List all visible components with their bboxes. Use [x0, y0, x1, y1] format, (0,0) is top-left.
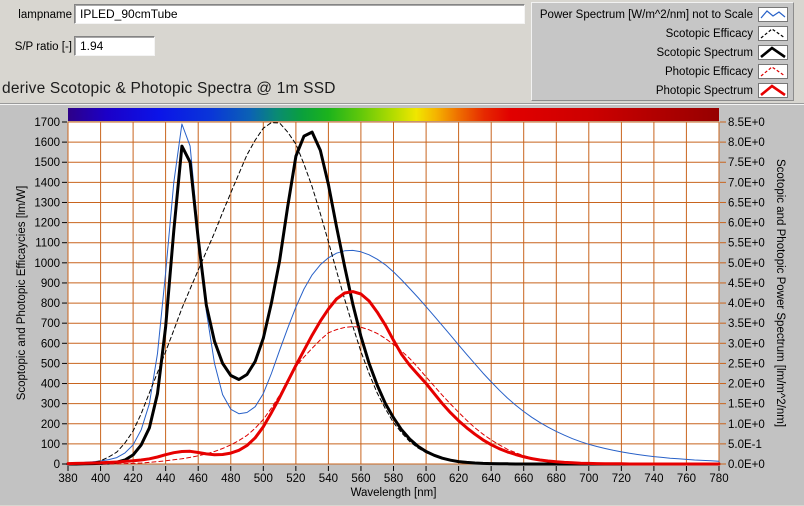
- svg-text:2.0E+0: 2.0E+0: [728, 379, 765, 391]
- svg-text:400: 400: [91, 473, 110, 485]
- svg-text:500: 500: [41, 358, 60, 370]
- svg-text:7.0E+0: 7.0E+0: [728, 177, 765, 189]
- svg-text:1500: 1500: [34, 157, 60, 169]
- svg-text:400: 400: [41, 379, 60, 391]
- power-spectrum-line-icon[interactable]: [758, 7, 788, 22]
- control-panel: lampname S/P ratio [-] derive Scotopic &…: [0, 0, 804, 104]
- page-title: derive Scotopic & Photopic Spectra @ 1m …: [2, 80, 336, 97]
- svg-text:5.5E+0: 5.5E+0: [728, 238, 765, 250]
- svg-text:1600: 1600: [34, 137, 60, 149]
- svg-text:3.5E+0: 3.5E+0: [728, 318, 765, 330]
- svg-text:0: 0: [54, 459, 60, 471]
- svg-text:700: 700: [579, 473, 598, 485]
- grid-lines: [67, 121, 720, 465]
- svg-text:7.5E+0: 7.5E+0: [728, 157, 765, 169]
- svg-text:700: 700: [41, 318, 60, 330]
- svg-text:520: 520: [286, 473, 305, 485]
- plot-legend: Power Spectrum [W/m^2/nm] not to Scale S…: [531, 2, 794, 101]
- legend-label: Photopic Spectrum: [655, 84, 753, 97]
- legend-label: Scotopic Efficacy: [665, 27, 753, 40]
- svg-text:580: 580: [384, 473, 403, 485]
- svg-text:300: 300: [41, 399, 60, 411]
- svg-text:600: 600: [416, 473, 435, 485]
- right-axis-title: Scotopic and Photopic Power Spectrum [lm…: [774, 159, 786, 427]
- photopic-efficacy-line-icon[interactable]: [758, 64, 788, 79]
- svg-text:1.0E+0: 1.0E+0: [728, 419, 765, 431]
- svg-text:460: 460: [189, 473, 208, 485]
- left-axis-title: Scoptopic and Photopic Efficaycies [lm/W…: [16, 186, 28, 401]
- svg-text:5.0E+0: 5.0E+0: [728, 258, 765, 270]
- svg-text:660: 660: [514, 473, 533, 485]
- x-axis-title: Wavelength [nm]: [351, 487, 437, 499]
- photopic-spectrum-line-icon[interactable]: [758, 83, 788, 98]
- svg-text:4.5E+0: 4.5E+0: [728, 278, 765, 290]
- svg-text:420: 420: [124, 473, 143, 485]
- svg-text:8.0E+0: 8.0E+0: [728, 137, 765, 149]
- svg-text:440: 440: [156, 473, 175, 485]
- svg-text:200: 200: [41, 419, 60, 431]
- svg-text:2.5E+0: 2.5E+0: [728, 358, 765, 370]
- svg-text:4.0E+0: 4.0E+0: [728, 298, 765, 310]
- svg-text:900: 900: [41, 278, 60, 290]
- svg-text:500: 500: [254, 473, 273, 485]
- svg-text:5.0E-1: 5.0E-1: [728, 439, 762, 451]
- svg-text:480: 480: [221, 473, 240, 485]
- svg-text:6.0E+0: 6.0E+0: [728, 218, 765, 230]
- svg-text:720: 720: [612, 473, 631, 485]
- lampname-input[interactable]: [74, 4, 525, 24]
- svg-text:6.5E+0: 6.5E+0: [728, 197, 765, 209]
- legend-label: Photopic Efficacy: [664, 65, 753, 78]
- spectra-chart: 380 400 420 440 460 480 500 520 540 560 580 600 620 6…: [16, 108, 786, 499]
- legend-item-scotopic-efficacy[interactable]: Scotopic Efficacy: [532, 24, 793, 43]
- svg-text:800: 800: [41, 298, 60, 310]
- svg-text:600: 600: [41, 338, 60, 350]
- svg-text:620: 620: [449, 473, 468, 485]
- scotopic-efficacy-line-icon[interactable]: [758, 26, 788, 41]
- svg-text:0.0E+0: 0.0E+0: [728, 459, 765, 471]
- legend-item-photopic-spectrum[interactable]: Photopic Spectrum: [532, 81, 793, 100]
- svg-text:1000: 1000: [34, 258, 60, 270]
- svg-text:680: 680: [547, 473, 566, 485]
- svg-text:1100: 1100: [35, 238, 60, 250]
- legend-label: Power Spectrum [W/m^2/nm] not to Scale: [539, 8, 753, 21]
- svg-text:8.5E+0: 8.5E+0: [728, 117, 765, 129]
- legend-item-scotopic-spectrum[interactable]: Scotopic Spectrum: [532, 43, 793, 62]
- svg-text:100: 100: [41, 439, 60, 451]
- svg-text:780: 780: [709, 473, 728, 485]
- svg-text:380: 380: [58, 473, 77, 485]
- svg-text:640: 640: [482, 473, 501, 485]
- scotopic-spectrum-line-icon[interactable]: [758, 45, 788, 60]
- svg-text:1300: 1300: [34, 197, 60, 209]
- legend-label: Scotopic Spectrum: [656, 46, 753, 59]
- wavelength-color-bar: [68, 108, 719, 121]
- lampname-label: lampname: [18, 9, 72, 21]
- xy-graph: 380 400 420 440 460 480 500 520 540 560 580 600 620 6…: [0, 104, 804, 505]
- svg-text:740: 740: [644, 473, 663, 485]
- svg-text:560: 560: [351, 473, 370, 485]
- svg-text:1200: 1200: [34, 218, 60, 230]
- svg-text:760: 760: [677, 473, 696, 485]
- svg-text:540: 540: [319, 473, 338, 485]
- legend-item-power-spectrum[interactable]: Power Spectrum [W/m^2/nm] not to Scale: [532, 5, 793, 24]
- sp-ratio-label: S/P ratio [-]: [14, 41, 72, 53]
- legend-item-photopic-efficacy[interactable]: Photopic Efficacy: [532, 62, 793, 81]
- sp-ratio-input[interactable]: [74, 36, 155, 56]
- svg-text:1400: 1400: [34, 177, 60, 189]
- svg-text:3.0E+0: 3.0E+0: [728, 338, 765, 350]
- svg-text:1.5E+0: 1.5E+0: [728, 399, 765, 411]
- svg-text:1700: 1700: [34, 117, 60, 129]
